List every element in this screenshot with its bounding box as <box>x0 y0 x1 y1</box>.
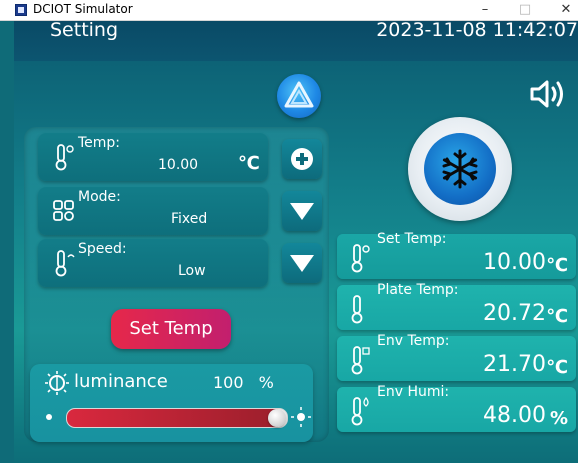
reading-label: Env Temp: <box>377 333 450 349</box>
datetime-display: 2023-11-08 11:42:07 <box>376 21 578 41</box>
sun-icon <box>46 414 52 420</box>
reading-unit: ℃ <box>546 357 568 378</box>
luminance-unit: % <box>258 373 274 392</box>
temp-label: Temp: <box>78 135 121 151</box>
reading-label: Plate Temp: <box>377 282 459 298</box>
reading-label: Env Humi: <box>377 384 450 400</box>
speed-card[interactable]: Speed: Low <box>38 239 268 287</box>
mode-dropdown-button[interactable] <box>282 191 322 231</box>
set-temp-button[interactable]: Set Temp <box>111 309 231 349</box>
set-temp-reading: Set Temp: 10.00 ℃ <box>337 231 576 279</box>
cooling-mode-inner <box>424 133 496 205</box>
speaker-icon[interactable] <box>529 77 569 111</box>
thermometer-icon <box>351 244 370 273</box>
mode-value: Fixed <box>171 211 208 227</box>
speed-value: Low <box>178 263 206 279</box>
mode-label: Mode: <box>78 189 121 205</box>
app-icon <box>15 4 27 16</box>
thermometer-icon <box>351 346 370 375</box>
header-bar: Setting 2023-11-08 11:42:07 <box>14 21 578 61</box>
thermometer-icon <box>351 396 369 426</box>
temp-increase-button[interactable] <box>282 139 322 179</box>
reading-label: Set Temp: <box>377 231 447 247</box>
reading-value: 21.70 <box>483 352 546 377</box>
reading-value: 10.00 <box>483 250 546 275</box>
reading-unit: % <box>549 408 568 429</box>
luminance-value: 100 % <box>213 373 274 392</box>
speed-label: Speed: <box>78 241 127 257</box>
window-titlebar: DCIOT Simulator – □ ✕ <box>0 0 578 21</box>
luminance-slider-fill <box>67 409 278 427</box>
page-title: Setting <box>50 21 119 41</box>
luminance-label: luminance <box>74 371 168 392</box>
mode-card[interactable]: Mode: Fixed <box>38 187 268 235</box>
mode-grid-icon <box>53 200 74 221</box>
chevron-down-icon <box>290 255 314 272</box>
sun-icon <box>291 407 311 427</box>
cooling-mode-button[interactable] <box>408 117 512 221</box>
chevron-down-icon <box>290 203 314 220</box>
luminance-icon <box>45 371 69 395</box>
window-title: DCIOT Simulator <box>33 2 133 16</box>
luminance-number: 100 <box>213 373 244 392</box>
luminance-slider[interactable] <box>66 408 288 428</box>
thermometer-icon <box>55 144 74 171</box>
temp-card[interactable]: Temp: 10.00 ℃ <box>38 133 268 181</box>
plus-icon <box>291 148 313 170</box>
thermometer-icon <box>351 295 363 324</box>
reading-value: 48.00 <box>483 403 546 428</box>
reading-unit: ℃ <box>546 255 568 276</box>
minimize-button[interactable]: – <box>475 1 495 19</box>
plate-temp-reading: Plate Temp: 20.72 ℃ <box>337 282 576 330</box>
close-button[interactable]: ✕ <box>556 1 576 19</box>
thermometer-icon <box>55 250 75 277</box>
speed-dropdown-button[interactable] <box>282 243 322 283</box>
env-temp-reading: Env Temp: 21.70 ℃ <box>337 333 576 381</box>
reading-value: 20.72 <box>483 301 546 326</box>
reading-unit: ℃ <box>546 306 568 327</box>
luminance-card: luminance 100 % <box>30 364 313 442</box>
luminance-slider-handle[interactable] <box>268 409 286 427</box>
snowflake-icon <box>442 149 478 189</box>
temp-unit: ℃ <box>238 153 260 174</box>
env-humi-reading: Env Humi: 48.00 % <box>337 384 576 432</box>
maximize-button[interactable]: □ <box>515 1 535 19</box>
temp-value: 10.00 <box>158 157 199 173</box>
triangle-logo-icon[interactable] <box>277 74 321 118</box>
app-canvas: Setting 2023-11-08 11:42:07 Temp: 10.00 … <box>14 21 578 463</box>
